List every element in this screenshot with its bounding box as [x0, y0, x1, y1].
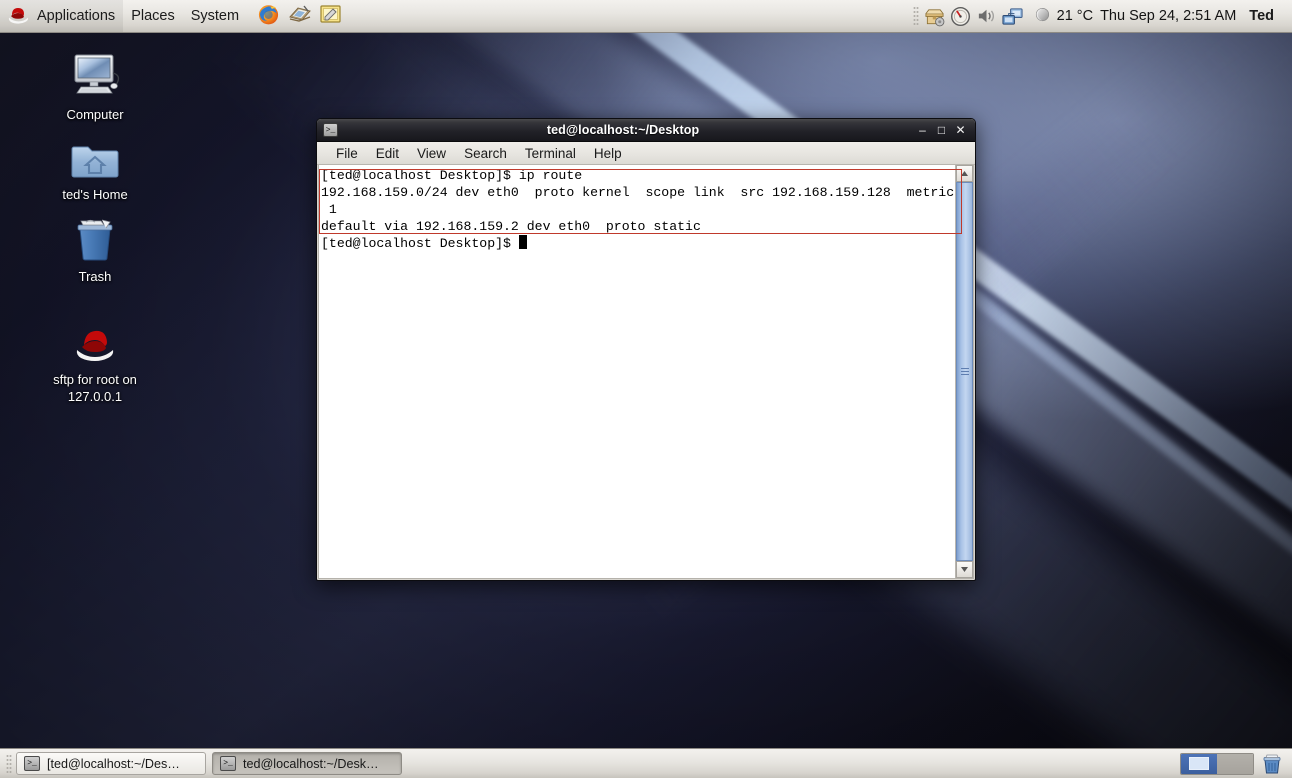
trash-applet-icon[interactable]: [1260, 752, 1284, 776]
launcher-mail-reader[interactable]: [286, 3, 313, 30]
desktop-icon-label: Trash: [78, 269, 112, 284]
scroll-down-arrow[interactable]: [956, 561, 973, 578]
window-titlebar[interactable]: >_ ted@localhost:~/Desktop – □ ✕: [317, 119, 975, 142]
applications-menu[interactable]: Applications: [0, 0, 124, 32]
menu-terminal[interactable]: Terminal: [516, 144, 585, 163]
menu-file[interactable]: File: [327, 144, 367, 163]
cloudy-weather-icon: [1035, 7, 1050, 26]
system-menu-label: System: [190, 8, 240, 24]
scroll-up-arrow[interactable]: [956, 165, 973, 182]
panel-drag-handle[interactable]: [6, 753, 12, 774]
maximize-button[interactable]: □: [933, 121, 950, 139]
desktop-icon-sftp[interactable]: sftp for root on 127.0.0.1: [33, 315, 157, 405]
top-panel-left: Applications Places System: [0, 0, 346, 32]
workspace-1[interactable]: [1181, 753, 1217, 774]
launcher-text-editor[interactable]: [317, 3, 344, 30]
redhat-logo-icon: [8, 4, 30, 28]
desktop-icon-trash[interactable]: Trash: [33, 212, 157, 285]
taskbar-button-label: ted@localhost:~/Desk…: [243, 756, 379, 771]
menu-help[interactable]: Help: [585, 144, 631, 163]
workspace-2[interactable]: [1217, 753, 1253, 774]
close-button[interactable]: ✕: [952, 121, 969, 139]
taskbar-button-label: [ted@localhost:~/Des…: [47, 756, 180, 771]
terminal-output[interactable]: [ted@localhost Desktop]$ ip route 192.16…: [319, 165, 955, 578]
package-update-icon[interactable]: [922, 4, 948, 29]
desktop-screen: Computer ted's Home Trash sftp for root …: [0, 0, 1292, 778]
taskbar-button-1[interactable]: >_ [ted@localhost:~/Des…: [16, 752, 206, 775]
taskbar-button-2[interactable]: >_ ted@localhost:~/Desk…: [212, 752, 402, 775]
user-switch-applet[interactable]: Ted: [1245, 8, 1284, 24]
panel-drag-handle[interactable]: [912, 6, 919, 26]
top-panel: Applications Places System 21 °C Thu Sep…: [0, 0, 1292, 33]
gauge-dial-icon[interactable]: [948, 4, 974, 29]
menu-search[interactable]: Search: [455, 144, 516, 163]
terminal-icon: >_: [323, 123, 338, 137]
text-editor-icon: [319, 3, 343, 29]
terminal-body[interactable]: [ted@localhost Desktop]$ ip route 192.16…: [318, 165, 974, 579]
desktop-icon-home[interactable]: ted's Home: [33, 130, 157, 203]
scrollbar-thumb[interactable]: [956, 182, 973, 561]
launcher-firefox[interactable]: [255, 3, 282, 30]
applications-menu-label: Applications: [37, 8, 116, 24]
system-menu[interactable]: System: [183, 0, 247, 32]
top-panel-right: 21 °C Thu Sep 24, 2:51 AM Ted: [912, 0, 1292, 32]
clock-applet[interactable]: 21 °C Thu Sep 24, 2:51 AM: [1026, 0, 1246, 32]
desktop-icon-computer[interactable]: Computer: [33, 50, 157, 123]
mail-reader-icon: [288, 3, 312, 29]
desktop-icon-label: sftp for root on 127.0.0.1: [53, 372, 137, 404]
bottom-panel: >_ [ted@localhost:~/Des… >_ ted@localhos…: [0, 748, 1292, 778]
speaker-volume-icon[interactable]: [974, 4, 1000, 29]
terminal-icon: >_: [24, 756, 40, 771]
minimize-button[interactable]: –: [914, 121, 931, 139]
menu-edit[interactable]: Edit: [367, 144, 408, 163]
scrollbar-grip: [960, 368, 969, 375]
redhat-fedora-icon: [69, 315, 121, 365]
bottom-panel-right: [1180, 752, 1288, 776]
home-folder-icon: [69, 130, 121, 180]
network-computers-icon[interactable]: [1000, 4, 1026, 29]
menu-view[interactable]: View: [408, 144, 455, 163]
window-menubar: File Edit View Search Terminal Help: [317, 142, 975, 165]
terminal-scrollbar[interactable]: [955, 165, 973, 578]
computer-monitor-icon: [69, 50, 121, 100]
desktop-icon-label: ted's Home: [62, 187, 128, 202]
places-menu[interactable]: Places: [123, 0, 183, 32]
desktop-icon-label: Computer: [66, 107, 124, 122]
window-title: ted@localhost:~/Desktop: [546, 123, 700, 137]
clock-text: Thu Sep 24, 2:51 AM: [1100, 8, 1237, 24]
places-menu-label: Places: [131, 8, 175, 24]
terminal-window[interactable]: >_ ted@localhost:~/Desktop – □ ✕ File Ed…: [316, 118, 976, 581]
terminal-icon: >_: [220, 756, 236, 771]
workspace-window-preview: [1189, 757, 1209, 770]
workspace-switcher[interactable]: [1180, 752, 1254, 775]
firefox-icon: [257, 3, 280, 30]
terminal-text: [ted@localhost Desktop]$ ip route 192.16…: [321, 168, 955, 251]
scrollbar-trough[interactable]: [956, 182, 973, 561]
weather-temperature: 21 °C: [1056, 8, 1094, 24]
trash-bin-icon: [69, 212, 121, 262]
terminal-cursor: [518, 235, 527, 249]
